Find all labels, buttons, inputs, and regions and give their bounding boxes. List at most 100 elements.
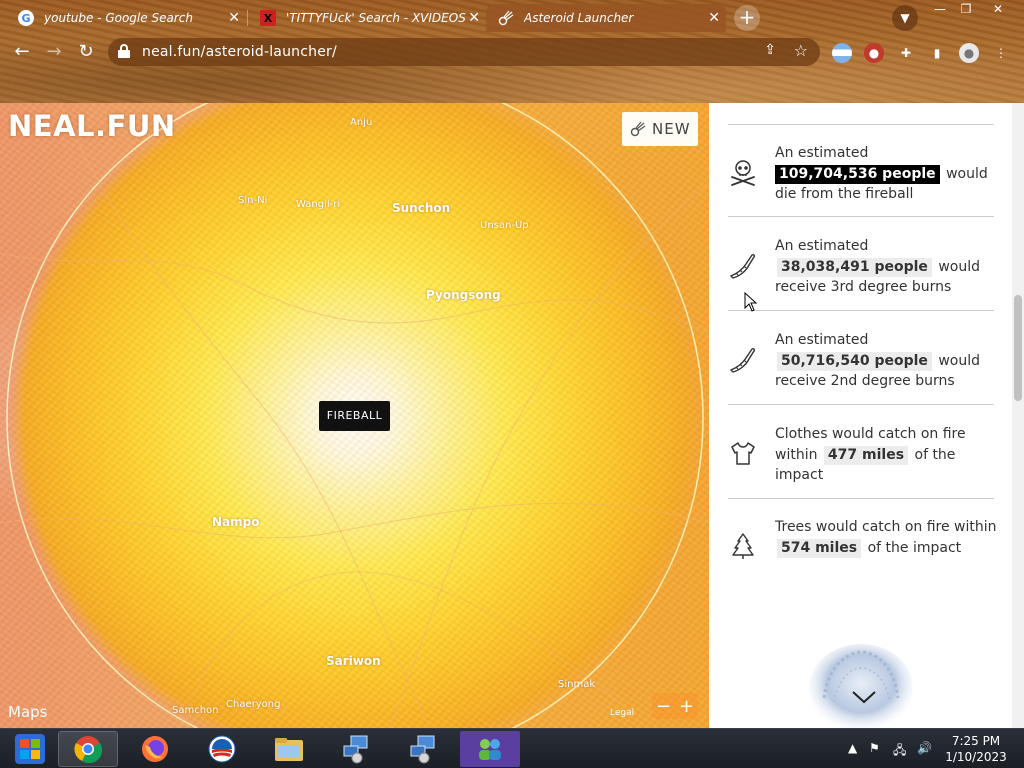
clock-date: 1/10/2023 bbox=[945, 750, 1007, 764]
taskbar-users-app[interactable] bbox=[460, 731, 520, 767]
new-button-label: NEW bbox=[652, 120, 691, 138]
burned-arm-icon bbox=[729, 348, 756, 373]
menu-dots-icon[interactable]: ⋮ bbox=[991, 43, 1011, 63]
stat-divider bbox=[728, 216, 994, 217]
users-group-icon bbox=[479, 739, 501, 760]
taskbar-firefox[interactable] bbox=[125, 731, 185, 767]
reload-icon[interactable]: ↻ bbox=[74, 40, 98, 64]
forward-arrow-icon[interactable]: → bbox=[42, 40, 66, 64]
tab-strip: G youtube - Google Search ✕ X 'TITTYFUck… bbox=[0, 0, 1024, 34]
show-hidden-icons[interactable]: ▲ bbox=[848, 741, 857, 755]
pine-tree-icon bbox=[732, 533, 754, 559]
asteroid-icon bbox=[630, 121, 646, 137]
zoom-out-button[interactable]: − bbox=[656, 696, 671, 717]
browser-chrome: G youtube - Google Search ✕ X 'TITTYFUck… bbox=[0, 0, 1024, 103]
window-close-button[interactable]: ✕ bbox=[984, 1, 1012, 17]
taskbar-network-app[interactable] bbox=[326, 731, 386, 767]
tab-close-icon[interactable]: ✕ bbox=[228, 10, 240, 26]
folder-icon bbox=[275, 738, 303, 761]
stat-prefix: Trees would catch on fire within bbox=[775, 519, 997, 535]
tab-search-button[interactable]: ▼ bbox=[892, 5, 918, 31]
volume-icon[interactable]: 🔊 bbox=[917, 741, 932, 755]
chevron-down-icon: ▼ bbox=[900, 11, 910, 25]
stat-divider bbox=[728, 404, 994, 405]
new-tab-button[interactable]: + bbox=[734, 5, 760, 31]
tab-google-search[interactable]: G youtube - Google Search ✕ bbox=[6, 4, 246, 32]
clock-time: 7:25 PM bbox=[951, 734, 1001, 748]
tab-xvideos-search[interactable]: X 'TITTYFUck' Search - XVIDEOS ✕ bbox=[248, 4, 486, 32]
stat-prefix: An estimated bbox=[775, 238, 869, 254]
puzzle-extensions-icon[interactable]: ✚ bbox=[896, 43, 916, 63]
zoom-controls: − + bbox=[652, 693, 698, 719]
share-icon[interactable]: ⇪ bbox=[764, 42, 776, 58]
apple-maps-attribution: Maps bbox=[8, 703, 47, 721]
map-place-label: Nampo bbox=[212, 515, 260, 529]
browser-toolbar: ← → ↻ neal.fun/asteroid-launcher/ ⇪ ☆ ● … bbox=[0, 34, 1024, 70]
taskbar-chrome[interactable] bbox=[58, 731, 118, 767]
start-button[interactable] bbox=[0, 731, 60, 767]
extension-flag-icon[interactable] bbox=[832, 43, 852, 63]
map-place-label: Samchon bbox=[172, 705, 219, 716]
taskbar-network-app-2[interactable] bbox=[393, 731, 453, 767]
tab-close-icon[interactable]: ✕ bbox=[468, 10, 480, 26]
side-panel-icon[interactable]: ▮ bbox=[927, 43, 947, 63]
action-center-flag-icon[interactable]: ⚑ bbox=[869, 741, 880, 755]
new-asteroid-button[interactable]: NEW bbox=[622, 112, 698, 146]
bookmark-star-icon[interactable]: ☆ bbox=[794, 41, 808, 60]
chrome-icon bbox=[74, 736, 102, 763]
x-brand-icon: X bbox=[260, 10, 276, 26]
firefox-icon bbox=[142, 736, 168, 762]
scroll-down-chevron-icon[interactable] bbox=[850, 683, 878, 711]
taskbar-file-explorer[interactable] bbox=[259, 731, 319, 767]
stat-value: 109,704,536 people bbox=[775, 164, 940, 184]
stat-prefix: An estimated bbox=[775, 145, 869, 161]
scrollbar-thumb[interactable] bbox=[1014, 295, 1022, 401]
tab-title: 'TITTYFUck' Search - XVIDEOS bbox=[286, 11, 466, 25]
campaign-logo-icon bbox=[208, 735, 236, 763]
map-place-label: Anju bbox=[350, 117, 373, 128]
asteroid-icon bbox=[498, 10, 514, 26]
google-g-icon: G bbox=[18, 10, 34, 26]
profile-extension-icon[interactable]: ● bbox=[864, 43, 884, 63]
stat-prefix: An estimated bbox=[775, 332, 869, 348]
zoom-in-button[interactable]: + bbox=[679, 696, 694, 717]
impact-map[interactable]: Sin-Ni Wangil-ri Sunchon Unsan-Up Pyongs… bbox=[0, 103, 709, 728]
skull-crossbones-icon bbox=[731, 160, 755, 186]
restore-button[interactable]: ❐ bbox=[952, 1, 980, 17]
neal-fun-logo[interactable]: NEAL.FUN bbox=[8, 109, 176, 143]
map-place-label: Sinmak bbox=[558, 679, 596, 690]
account-avatar-icon[interactable]: ● bbox=[959, 43, 979, 63]
mouse-cursor-icon bbox=[744, 292, 758, 312]
maps-label: Maps bbox=[8, 703, 48, 721]
panel-divider bbox=[728, 124, 994, 125]
back-arrow-icon[interactable]: ← bbox=[10, 40, 34, 64]
stat-value: 477 miles bbox=[823, 445, 909, 465]
network-computer-icon bbox=[410, 735, 435, 764]
system-clock[interactable]: 7:25 PM 1/10/2023 bbox=[936, 733, 1016, 765]
minimize-button[interactable]: — bbox=[926, 1, 954, 17]
map-place-label: Wangil-ri bbox=[296, 199, 341, 210]
map-place-label: Sariwon bbox=[326, 654, 381, 668]
url-text: neal.fun/asteroid-launcher/ bbox=[142, 44, 337, 60]
fireball-label: FIREBALL bbox=[319, 401, 390, 431]
results-panel: An estimated 109,704,536 people would di… bbox=[709, 103, 1024, 728]
panel-scrollbar[interactable] bbox=[1012, 103, 1024, 728]
tab-asteroid-launcher[interactable]: Asteroid Launcher ✕ bbox=[486, 4, 726, 32]
map-place-label: Sin-Ni bbox=[238, 195, 268, 206]
stat-value: 574 miles bbox=[777, 538, 862, 558]
network-status-icon[interactable]: 🖧 bbox=[893, 741, 906, 762]
taskbar-campaign-app[interactable] bbox=[192, 731, 252, 767]
windows-start-orb-icon bbox=[15, 734, 45, 764]
windows-taskbar: ▲ ⚑ 🖧 🔊 7:25 PM 1/10/2023 bbox=[0, 728, 1024, 768]
map-place-label: Pyongsong bbox=[426, 288, 501, 302]
legal-link[interactable]: Legal bbox=[610, 708, 634, 718]
network-computer-icon bbox=[343, 735, 368, 764]
tab-close-icon[interactable]: ✕ bbox=[708, 10, 720, 26]
lock-icon bbox=[118, 44, 130, 58]
stat-value: 38,038,491 people bbox=[777, 257, 932, 277]
stat-divider bbox=[728, 310, 994, 311]
map-place-label: Chaeryong bbox=[226, 699, 281, 710]
address-bar[interactable]: neal.fun/asteroid-launcher/ ⇪ ☆ bbox=[108, 38, 820, 66]
burned-arm-icon bbox=[729, 254, 756, 279]
tab-title: Asteroid Launcher bbox=[524, 11, 634, 25]
